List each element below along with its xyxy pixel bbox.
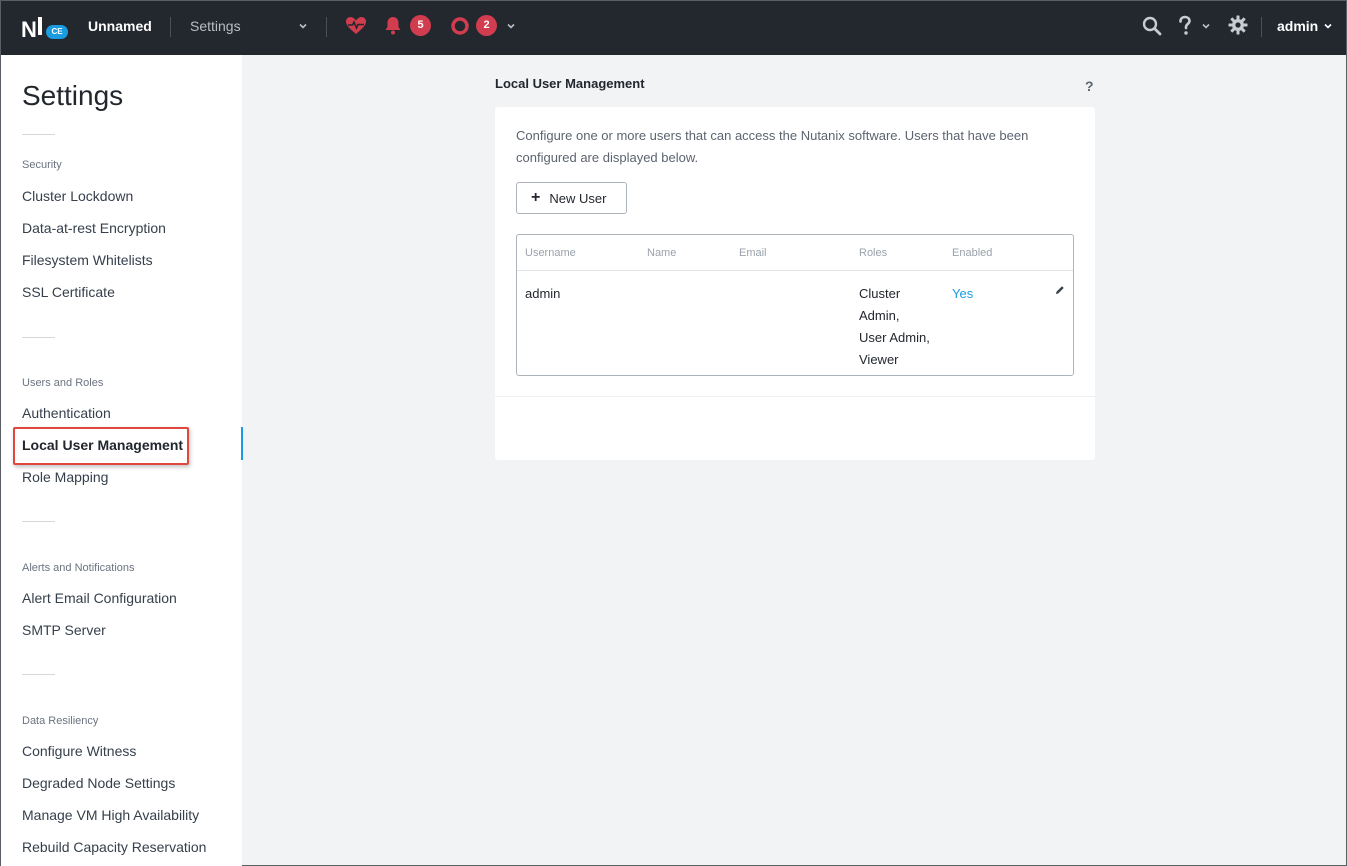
alerts-count-badge[interactable]: 5	[410, 15, 431, 36]
role-line: Cluster	[859, 286, 901, 301]
help-icon[interactable]	[1177, 15, 1193, 37]
divider	[22, 337, 55, 338]
user-menu[interactable]: admin	[1277, 18, 1318, 34]
community-edition-badge: CE	[46, 25, 68, 39]
group-label-users-and-roles: Users and Roles	[22, 377, 104, 389]
sidebar-item-manage-vm-high-availability[interactable]: Manage VM High Availability	[22, 807, 199, 823]
divider	[170, 17, 171, 37]
divider	[495, 396, 1095, 397]
sidebar-item-role-mapping[interactable]: Role Mapping	[22, 469, 108, 485]
sidebar-item-degraded-node-settings[interactable]: Degraded Node Settings	[22, 775, 175, 791]
sidebar-item-ssl-certificate[interactable]: SSL Certificate	[22, 284, 115, 300]
sidebar-item-data-at-rest-encryption[interactable]: Data-at-rest Encryption	[22, 220, 166, 236]
search-icon[interactable]	[1142, 16, 1162, 36]
divider	[22, 521, 55, 522]
cell-roles: Cluster Admin, User Admin, Viewer	[859, 283, 930, 371]
sidebar-item-filesystem-whitelists[interactable]: Filesystem Whitelists	[22, 252, 153, 268]
settings-sidebar: Settings Security Cluster Lockdown Data-…	[1, 55, 243, 866]
health-heart-icon[interactable]	[345, 16, 367, 36]
bell-icon[interactable]	[384, 16, 402, 36]
sidebar-item-alert-email-configuration[interactable]: Alert Email Configuration	[22, 590, 177, 606]
group-label-data-resiliency: Data Resiliency	[22, 715, 99, 727]
chevron-down-icon[interactable]	[298, 21, 308, 31]
section-help-icon[interactable]: ?	[1085, 78, 1094, 94]
column-header-username[interactable]: Username	[525, 247, 576, 259]
users-table: Username Name Email Roles Enabled admin …	[516, 234, 1074, 376]
local-user-management-panel: Configure one or more users that can acc…	[495, 107, 1095, 460]
page-title: Settings	[22, 80, 124, 111]
chevron-down-icon[interactable]	[1201, 21, 1211, 31]
sidebar-item-rebuild-capacity-reservation[interactable]: Rebuild Capacity Reservation	[22, 839, 206, 855]
panel-description: Configure one or more users that can acc…	[516, 128, 1029, 165]
sidebar-item-cluster-lockdown[interactable]: Cluster Lockdown	[22, 188, 133, 204]
role-line: Admin,	[859, 308, 900, 323]
cell-enabled: Yes	[952, 286, 974, 301]
cluster-name[interactable]: Unnamed	[88, 18, 152, 34]
chevron-down-icon[interactable]	[1323, 21, 1333, 31]
divider	[22, 674, 55, 675]
cell-username: admin	[525, 286, 561, 301]
edit-pencil-icon[interactable]	[1055, 285, 1065, 295]
sidebar-item-authentication[interactable]: Authentication	[22, 405, 111, 421]
record-circle-icon[interactable]	[450, 16, 470, 36]
sidebar-item-configure-witness[interactable]: Configure Witness	[22, 743, 136, 759]
highlight-annotation	[13, 427, 189, 465]
divider	[517, 270, 1073, 271]
plus-icon: +	[531, 189, 541, 206]
events-count-badge[interactable]: 2	[476, 15, 497, 36]
role-line: User Admin,	[859, 330, 930, 345]
column-header-name[interactable]: Name	[647, 247, 676, 259]
role-line: Viewer	[859, 352, 899, 367]
nutanix-logo[interactable]: N CE	[21, 15, 69, 42]
group-label-security: Security	[22, 159, 62, 171]
active-item-indicator	[241, 427, 243, 460]
sidebar-item-smtp-server[interactable]: SMTP Server	[22, 622, 106, 638]
divider	[22, 134, 55, 135]
chevron-down-icon[interactable]	[506, 21, 516, 31]
top-navigation-bar: N CE Unnamed Settings 5 2 admin	[1, 1, 1346, 55]
group-label-alerts-and-notifications: Alerts and Notifications	[22, 562, 135, 574]
new-user-button[interactable]: + New User	[516, 182, 627, 214]
column-header-email[interactable]: Email	[739, 247, 767, 259]
view-selector[interactable]: Settings	[190, 18, 241, 34]
divider	[326, 17, 327, 37]
divider	[1261, 17, 1262, 37]
column-header-roles[interactable]: Roles	[859, 247, 887, 259]
section-title: Local User Management	[495, 76, 645, 91]
new-user-label: New User	[549, 190, 607, 206]
column-header-enabled[interactable]: Enabled	[952, 247, 992, 259]
gear-icon[interactable]	[1228, 15, 1248, 35]
